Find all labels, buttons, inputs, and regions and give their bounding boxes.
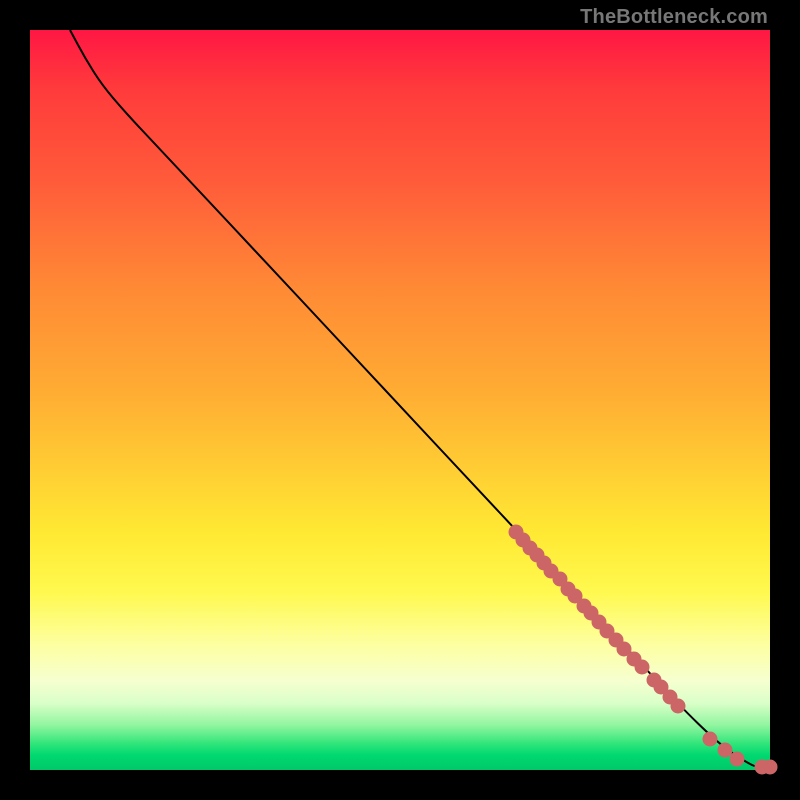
data-point (635, 660, 649, 674)
data-point (671, 699, 685, 713)
main-curve (70, 30, 770, 767)
data-point (763, 760, 777, 774)
watermark-text: TheBottleneck.com (580, 6, 768, 29)
data-points-group (509, 525, 777, 774)
curve-overlay (30, 30, 770, 770)
data-point (730, 752, 744, 766)
data-point (703, 732, 717, 746)
data-point (718, 743, 732, 757)
